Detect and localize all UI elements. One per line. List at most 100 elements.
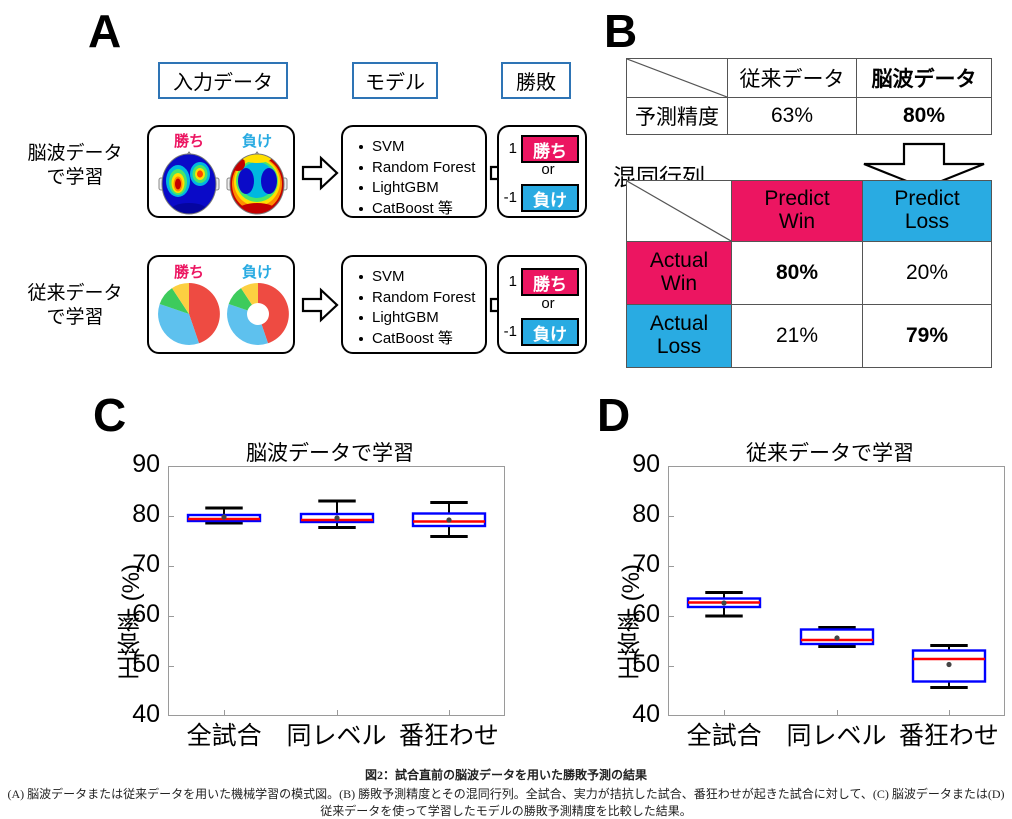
panel-a-row1-win-badge: 勝ち: [521, 135, 579, 163]
caption-line1: (A) 脳波データまたは従来データを用いた機械学習の模式図。(B) 勝敗予測精度…: [7, 787, 1005, 801]
panel-b-letter: B: [604, 5, 638, 57]
panel-a-row1-or: or: [541, 161, 555, 178]
accuracy-table-row-label: 予測精度: [626, 97, 728, 135]
accuracy-table-corner: [626, 58, 728, 98]
accuracy-table-header-row: 従来データ 脳波データ: [626, 58, 992, 98]
panel-a-row2-model-box: SVM Random Forest LightGBM CatBoost 等: [341, 255, 487, 354]
x-axis-tick-label: 全試合: [686, 722, 762, 750]
box-plot-box: [411, 501, 487, 538]
confusion-col-predict-loss-line1: Predict: [894, 187, 960, 211]
accuracy-table-col-eeg: 脳波データ: [856, 58, 992, 98]
x-axis-tick: [448, 710, 450, 716]
panel-a-row2-win-badge: 勝ち: [521, 268, 579, 296]
y-axis-tick: [168, 666, 174, 667]
confusion-row-actual-win-line1: Actual: [649, 249, 709, 273]
x-axis-tick: [836, 710, 838, 716]
caption-line2: 従来データを使って学習したモデルの勝敗予測精度を比較した結果。: [320, 804, 692, 818]
confusion-col-predict-win: Predict Win: [731, 180, 863, 242]
confusion-col-predict-win-line1: Predict: [764, 187, 830, 211]
confusion-cell-win-win: 80%: [731, 241, 863, 305]
x-axis-tick-label: 番狂わせ: [898, 722, 999, 750]
model-item: Random Forest: [359, 158, 485, 179]
confusion-row-actual-loss-line1: Actual: [649, 312, 709, 336]
panel-a-row1-label-line1: 脳波データ: [27, 143, 123, 164]
confusion-col-predict-win-line2: Win: [778, 210, 816, 233]
pie-chart-win-icon: [158, 283, 220, 345]
panel-a-row2-loss-badge: 負け: [521, 318, 579, 346]
panel-a-row1-loss-badge: 負け: [521, 184, 579, 212]
panel-a-row1-output-box: 1 勝ち or -1 負け: [497, 125, 587, 218]
panel-c-letter: C: [93, 389, 127, 441]
model-item: CatBoost 等: [359, 329, 485, 350]
accuracy-table-col-conventional: 従来データ: [727, 58, 857, 98]
y-axis-tick: [668, 566, 674, 567]
accuracy-value-eeg: 80%: [856, 97, 992, 135]
panel-a-row1-label: 脳波データ で学習: [14, 142, 136, 190]
eeg-topoplot-win-icon: [158, 151, 220, 215]
panel-d-ylabel: 正答率 (%): [618, 564, 645, 680]
panel-a-row2-label-line2: で学習: [46, 306, 104, 328]
model-item: LightGBM: [359, 178, 485, 199]
confusion-cell-win-loss: 20%: [862, 241, 992, 305]
x-axis-tick-label: 番狂わせ: [398, 722, 499, 750]
box-plot-box: [299, 499, 374, 529]
confusion-row-actual-loss-line2: Loss: [656, 335, 702, 358]
x-axis-tick: [224, 710, 226, 716]
confusion-row-actual-win-line2: Win: [660, 272, 698, 295]
box-plot-box: [186, 506, 262, 525]
panel-a-row2-output-box: 1 勝ち or -1 負け: [497, 255, 587, 354]
plot-axes: [168, 466, 505, 716]
caption-title: 図2：試合直前の脳波データを用いた勝敗予測の結果: [364, 768, 647, 782]
x-axis-tick-label: 全試合: [186, 722, 262, 750]
panel-a-row2-win-value: 1: [508, 273, 517, 290]
x-axis-tick: [948, 710, 950, 716]
accuracy-table: 従来データ 脳波データ 予測精度 63% 80%: [626, 58, 992, 135]
x-axis-tick-label: 同レベル: [286, 722, 387, 750]
panel-a-row2-or: or: [541, 295, 555, 312]
y-axis-tick: [168, 616, 174, 617]
panel-c-ylabel: 正答率 (%): [118, 564, 145, 680]
y-axis-tick: [168, 566, 174, 567]
panel-a-row1-label-line2: で学習: [46, 166, 104, 188]
model-item: SVM: [359, 137, 485, 158]
arrow-right-icon-3: [301, 287, 339, 323]
panel-a-letter: A: [88, 5, 122, 57]
panel-a-row2-label-line1: 従来データ: [27, 283, 123, 304]
accuracy-value-conventional: 63%: [727, 97, 857, 135]
panel-a-row2-win-label: 勝ち: [173, 264, 204, 281]
confusion-matrix-header-row: Predict Win Predict Loss: [626, 180, 992, 242]
y-axis-tick-label: 40: [632, 700, 660, 728]
panel-a-row2-loss-value: -1: [503, 323, 517, 340]
confusion-row-actual-loss: Actual Loss: [626, 304, 732, 368]
panel-a-header-input: 入力データ: [158, 62, 288, 99]
panel-a-header-outcome: 勝敗: [501, 62, 571, 99]
donut-chart-loss-icon: [227, 283, 289, 345]
confusion-cell-loss-loss: 79%: [862, 304, 992, 368]
panel-c-title: 脳波データで学習: [246, 442, 414, 465]
panel-a-header-model: モデル: [352, 62, 438, 99]
x-axis-tick: [724, 710, 726, 716]
panel-a-row1-model-list: SVM Random Forest LightGBM CatBoost 等: [343, 127, 485, 220]
panel-d-title: 従来データで学習: [746, 442, 914, 465]
arrow-right-icon-1: [301, 155, 339, 191]
accuracy-table-value-row: 予測精度 63% 80%: [626, 97, 992, 135]
y-axis-tick: [168, 516, 174, 517]
y-axis-tick-label: 40: [132, 700, 160, 728]
eeg-topoplot-loss-icon: [226, 151, 288, 215]
diagonal-line-icon-2: [627, 181, 731, 241]
confusion-matrix-row-actual-loss: Actual Loss 21% 79%: [626, 304, 992, 368]
panel-a-row2-label: 従来データ で学習: [14, 282, 136, 330]
panel-a-row2-loss-label: 負け: [241, 264, 272, 281]
confusion-matrix-corner: [626, 180, 732, 242]
panel-a-row1-input-box: 勝ち 負け: [147, 125, 295, 218]
y-axis-tick: [668, 666, 674, 667]
x-axis-tick-label: 同レベル: [786, 722, 887, 750]
box-plot-box: [686, 591, 762, 618]
model-item: CatBoost 等: [359, 199, 485, 220]
confusion-matrix-row-actual-win: Actual Win 80% 20%: [626, 241, 992, 305]
x-axis-tick: [336, 710, 338, 716]
panel-a-row1-model-box: SVM Random Forest LightGBM CatBoost 等: [341, 125, 487, 218]
confusion-col-predict-loss-line2: Loss: [904, 210, 950, 233]
panel-a-row1-win-value: 1: [508, 140, 517, 157]
model-item: Random Forest: [359, 288, 485, 309]
